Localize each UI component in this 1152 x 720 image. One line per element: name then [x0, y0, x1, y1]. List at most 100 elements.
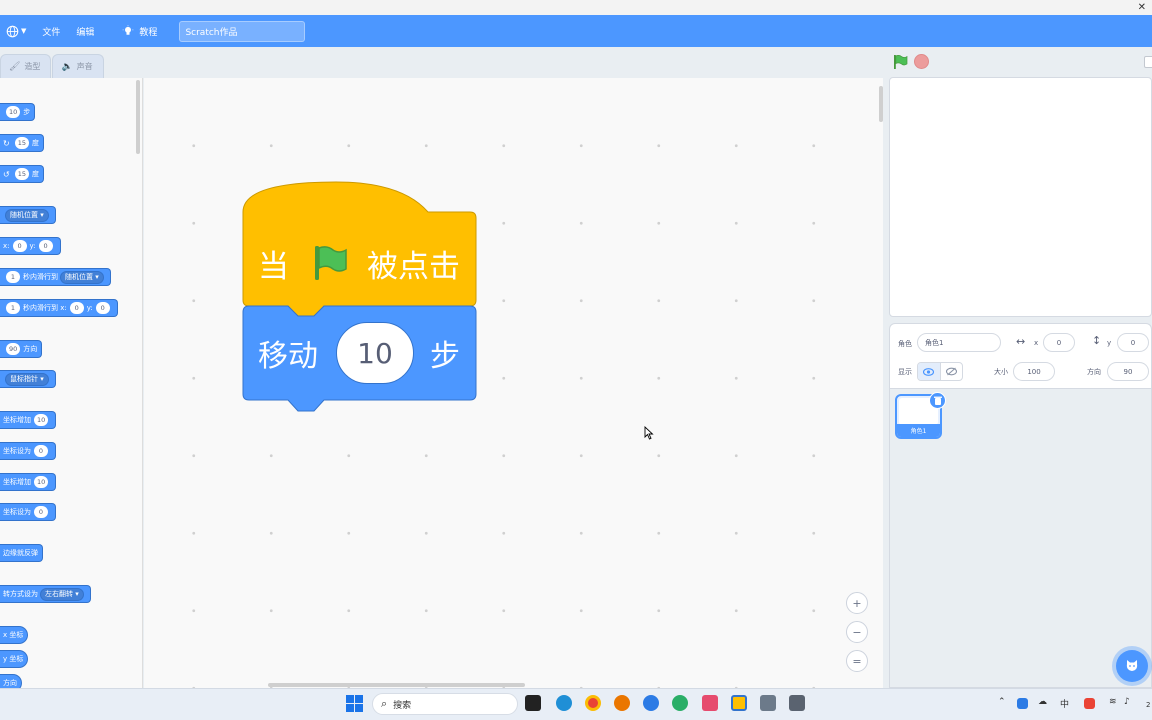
- app-pink-icon[interactable]: [702, 695, 718, 711]
- reporter-direction[interactable]: 方向: [0, 674, 22, 688]
- block-input[interactable]: 1: [6, 302, 20, 314]
- block-dropdown[interactable]: 鼠标指针 ▾: [5, 372, 49, 386]
- zoom-reset-icon: =: [852, 654, 862, 668]
- zoom-in-icon: +: [852, 596, 862, 610]
- block-change-y[interactable]: 坐标增加 10: [0, 473, 57, 491]
- block-input[interactable]: 90: [6, 343, 21, 355]
- app-dark-icon[interactable]: [789, 695, 805, 711]
- tray-chevron-up-icon[interactable]: ⌃: [998, 697, 1006, 707]
- tutorials-button[interactable]: 教程: [114, 15, 165, 47]
- palette-scrollbar[interactable]: [136, 80, 140, 154]
- clock[interactable]: 2: [1146, 701, 1150, 709]
- hat-clicked-label: 被点击: [367, 248, 460, 285]
- window-close-button[interactable]: ✕: [1138, 2, 1146, 13]
- script-stack[interactable]: [238, 176, 483, 422]
- block-set-x[interactable]: 坐标设为 0: [0, 442, 56, 460]
- windows-start-icon[interactable]: [346, 695, 363, 712]
- y-position-input[interactable]: 0: [1117, 333, 1149, 352]
- trash-icon: [933, 396, 942, 405]
- green-flag-button[interactable]: [892, 54, 908, 70]
- block-text: 边缘就反弹: [3, 549, 38, 557]
- block-input[interactable]: 0: [34, 506, 48, 518]
- reporter-x-position[interactable]: x 坐标: [0, 626, 29, 644]
- zoom-in-button[interactable]: +: [846, 592, 868, 614]
- zoom-reset-button[interactable]: =: [846, 650, 868, 672]
- choose-sprite-button[interactable]: [1116, 650, 1148, 682]
- eye-icon: [923, 367, 935, 376]
- block-dropdown[interactable]: 随机位置 ▾: [60, 270, 104, 284]
- block-point-towards[interactable]: 鼠标指针 ▾: [0, 370, 56, 388]
- block-input[interactable]: 0: [38, 240, 53, 252]
- project-title-input[interactable]: [179, 20, 306, 42]
- blender-icon[interactable]: [614, 695, 630, 711]
- block-glide-to[interactable]: 1 秒内滑行到 随机位置 ▾: [0, 268, 111, 286]
- tab-sounds-label: 声音: [76, 62, 93, 71]
- size-input[interactable]: 100: [1013, 362, 1055, 381]
- block-change-x[interactable]: 坐标增加 10: [0, 411, 57, 429]
- reporter-y-position[interactable]: y 坐标: [0, 650, 29, 668]
- workspace-horizontal-scrollbar[interactable]: [268, 683, 525, 687]
- block-input[interactable]: 10: [34, 414, 49, 426]
- block-goto-random[interactable]: 随机位置 ▾: [0, 206, 56, 224]
- tray-app-red-icon[interactable]: [1084, 698, 1095, 709]
- block-goto-xy[interactable]: x: 0 y: 0: [0, 237, 61, 255]
- block-input[interactable]: 0: [95, 302, 110, 314]
- direction-input[interactable]: 90: [1107, 362, 1149, 381]
- language-menu[interactable]: ▼: [0, 15, 34, 47]
- tab-sounds[interactable]: 🔈 声音: [52, 54, 104, 78]
- visibility-toggle: [917, 362, 963, 381]
- stage-canvas[interactable]: [889, 77, 1152, 317]
- app-gray-icon[interactable]: [760, 695, 776, 711]
- move-unit-label: 步: [430, 339, 460, 374]
- app-k-icon[interactable]: [643, 695, 659, 711]
- window-titlebar: ✕: [0, 0, 1152, 15]
- block-turn-right[interactable]: ↻ 15 度: [0, 134, 44, 152]
- block-set-y[interactable]: 坐标设为 0: [0, 503, 56, 521]
- zoom-out-button[interactable]: −: [846, 621, 868, 643]
- hide-sprite-button[interactable]: [941, 363, 963, 380]
- block-point-direction[interactable]: 90 方向: [0, 340, 43, 358]
- x-position-input[interactable]: 0: [1043, 333, 1075, 352]
- sprite-name-input[interactable]: 角色1: [917, 333, 1001, 352]
- stop-button[interactable]: [914, 54, 929, 69]
- taskbar-search[interactable]: ⌕ 搜索: [372, 693, 518, 715]
- block-turn-left[interactable]: ↺ 15 度: [0, 165, 44, 183]
- block-input[interactable]: 15: [14, 137, 29, 149]
- stage-size-toggle[interactable]: [1144, 56, 1152, 68]
- show-sprite-button[interactable]: [918, 363, 941, 380]
- delete-sprite-button[interactable]: [929, 392, 946, 409]
- block-input[interactable]: 0: [69, 302, 84, 314]
- block-text: 秒内滑行到: [23, 273, 58, 281]
- block-rotation-style[interactable]: 转方式设为 左右翻转 ▾: [0, 585, 91, 603]
- chrome-browser-icon[interactable]: [585, 695, 601, 711]
- workspace-vertical-scrollbar[interactable]: [879, 86, 883, 122]
- block-dropdown[interactable]: 左右翻转 ▾: [40, 587, 84, 601]
- block-input[interactable]: 0: [34, 445, 48, 457]
- scratch-app-icon[interactable]: [731, 695, 747, 711]
- onedrive-cloud-icon[interactable]: ☁: [1038, 697, 1047, 707]
- block-input[interactable]: 10: [34, 476, 49, 488]
- task-view-icon[interactable]: [525, 695, 541, 711]
- volume-icon[interactable]: ♪: [1124, 697, 1130, 707]
- move-block-content: 移动 10 步: [258, 322, 460, 384]
- block-input[interactable]: 0: [12, 240, 27, 252]
- tray-app-icon[interactable]: [1017, 698, 1028, 709]
- move-steps-input[interactable]: 10: [336, 322, 414, 384]
- edit-menu[interactable]: 编辑: [68, 15, 102, 47]
- block-bounce[interactable]: 边缘就反弹: [0, 544, 43, 562]
- tab-costumes[interactable]: 🖌 造型: [0, 54, 52, 78]
- block-input[interactable]: 15: [14, 168, 29, 180]
- block-input[interactable]: 1: [6, 271, 20, 283]
- block-glide-xy[interactable]: 1 秒内滑行到 x: 0 y: 0: [0, 299, 118, 317]
- tutorials-label: 教程: [139, 27, 158, 38]
- block-input[interactable]: 10: [6, 106, 21, 118]
- block-move-steps[interactable]: 10 步: [0, 103, 36, 121]
- block-dropdown[interactable]: 随机位置 ▾: [5, 208, 49, 222]
- wechat-icon[interactable]: [672, 695, 688, 711]
- file-menu[interactable]: 文件: [34, 15, 68, 47]
- taskbar-search-label: 搜索: [393, 700, 412, 711]
- edge-browser-icon[interactable]: [556, 695, 572, 711]
- ime-indicator[interactable]: 中: [1060, 697, 1069, 710]
- wifi-icon[interactable]: ≋: [1109, 697, 1117, 707]
- block-text: 坐标增加: [3, 416, 31, 424]
